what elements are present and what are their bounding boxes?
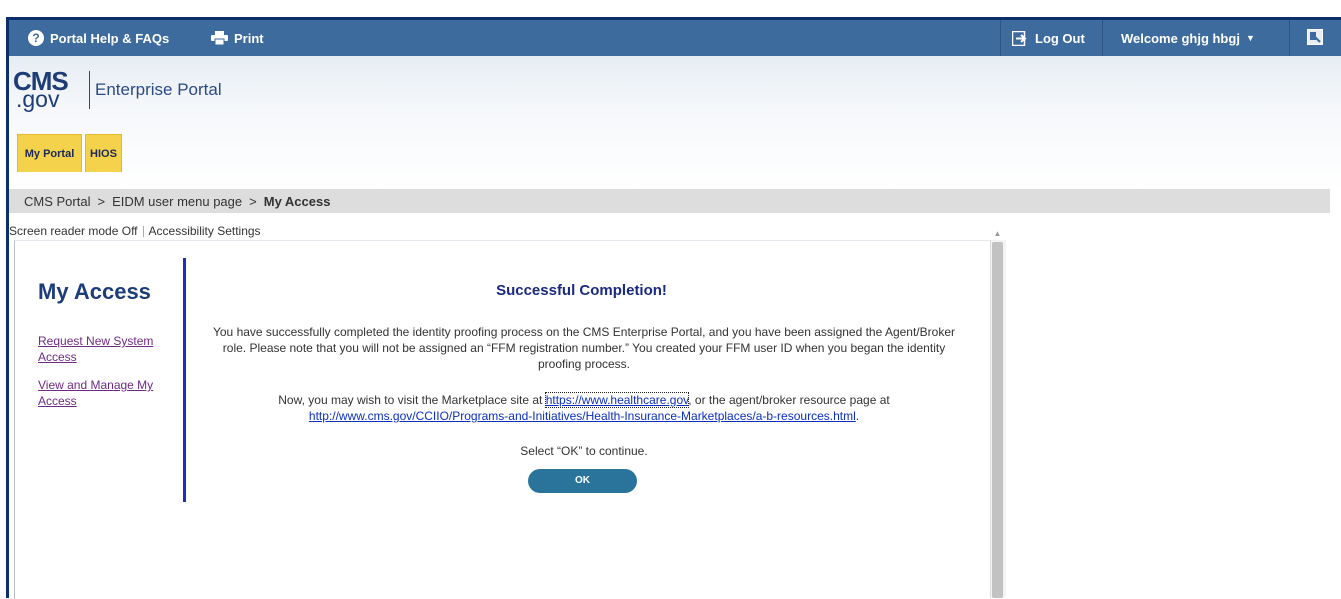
continue-instruction: Select “OK” to continue. (520, 444, 648, 458)
marketplace-text-end: . (855, 409, 860, 423)
welcome-label: Welcome ghjg hbgj (1121, 30, 1240, 46)
expand-icon[interactable] (1307, 29, 1323, 45)
sidebar-title: My Access (38, 279, 151, 304)
ok-button[interactable]: OK (528, 469, 637, 493)
breadcrumb: CMS Portal > EIDM user menu page > My Ac… (9, 189, 1330, 213)
screen-reader-toggle[interactable]: Screen reader mode Off (9, 224, 138, 238)
chevron-down-icon: ▼ (1245, 33, 1255, 43)
breadcrumb-separator: > (97, 193, 106, 209)
top-nav-bar: ? Portal Help & FAQs Print Log Out Welco… (9, 20, 1341, 56)
portal-help-link[interactable]: ? Portal Help & FAQs (28, 20, 169, 56)
logout-label: Log Out (1035, 30, 1085, 46)
tab-my-portal[interactable]: My Portal (17, 134, 82, 172)
portal-help-label: Portal Help & FAQs (50, 30, 170, 46)
print-label: Print (234, 30, 264, 46)
breadcrumb-eidm-menu[interactable]: EIDM user menu page (112, 194, 242, 209)
logout-link[interactable]: Log Out (1011, 20, 1085, 56)
print-link[interactable]: Print (211, 20, 264, 56)
topbar-divider (1102, 20, 1103, 56)
accessibility-links: Screen reader mode Off Accessibility Sett… (9, 224, 261, 238)
scroll-up-arrow-icon[interactable]: ▲ (990, 228, 1005, 240)
success-message: You have successfully completed the iden… (212, 325, 955, 371)
scrollbar-thumb[interactable] (992, 242, 1003, 598)
logout-icon (1011, 30, 1029, 46)
link-divider (142, 226, 144, 238)
healthcare-gov-link[interactable]: https://www.healthcare.gov (544, 392, 690, 408)
logo-enterprise-portal: Enterprise Portal (95, 80, 222, 99)
success-title: Successful Completion! (496, 282, 667, 299)
logo-divider (89, 71, 90, 109)
printer-icon (211, 31, 228, 46)
portal-header (9, 56, 1341, 192)
request-new-system-access-link[interactable]: Request New System Access (38, 333, 168, 365)
logo-gov: .gov (16, 86, 60, 112)
breadcrumb-separator: > (249, 193, 257, 209)
view-manage-access-link[interactable]: View and Manage My Access (38, 377, 173, 409)
accessibility-settings-link[interactable]: Accessibility Settings (149, 224, 261, 238)
marketplace-text: Now, you may wish to visit the Marketpla… (278, 393, 546, 407)
topbar-divider (1289, 20, 1290, 56)
breadcrumb-current: My Access (263, 193, 331, 209)
topbar-divider (1000, 20, 1001, 56)
tab-hios[interactable]: HIOS (85, 134, 122, 172)
help-icon: ? (28, 30, 44, 46)
marketplace-message: Now, you may wish to visit the Marketpla… (204, 392, 964, 424)
marketplace-text-middle: , or the agent/broker resource page at (688, 393, 890, 407)
breadcrumb-cms-portal[interactable]: CMS Portal (24, 194, 90, 209)
welcome-user-menu[interactable]: Welcome ghjg hbgj ▼ (1121, 20, 1255, 56)
ab-resources-link[interactable]: http://www.cms.gov/CCIIO/Programs-and-In… (309, 409, 856, 423)
